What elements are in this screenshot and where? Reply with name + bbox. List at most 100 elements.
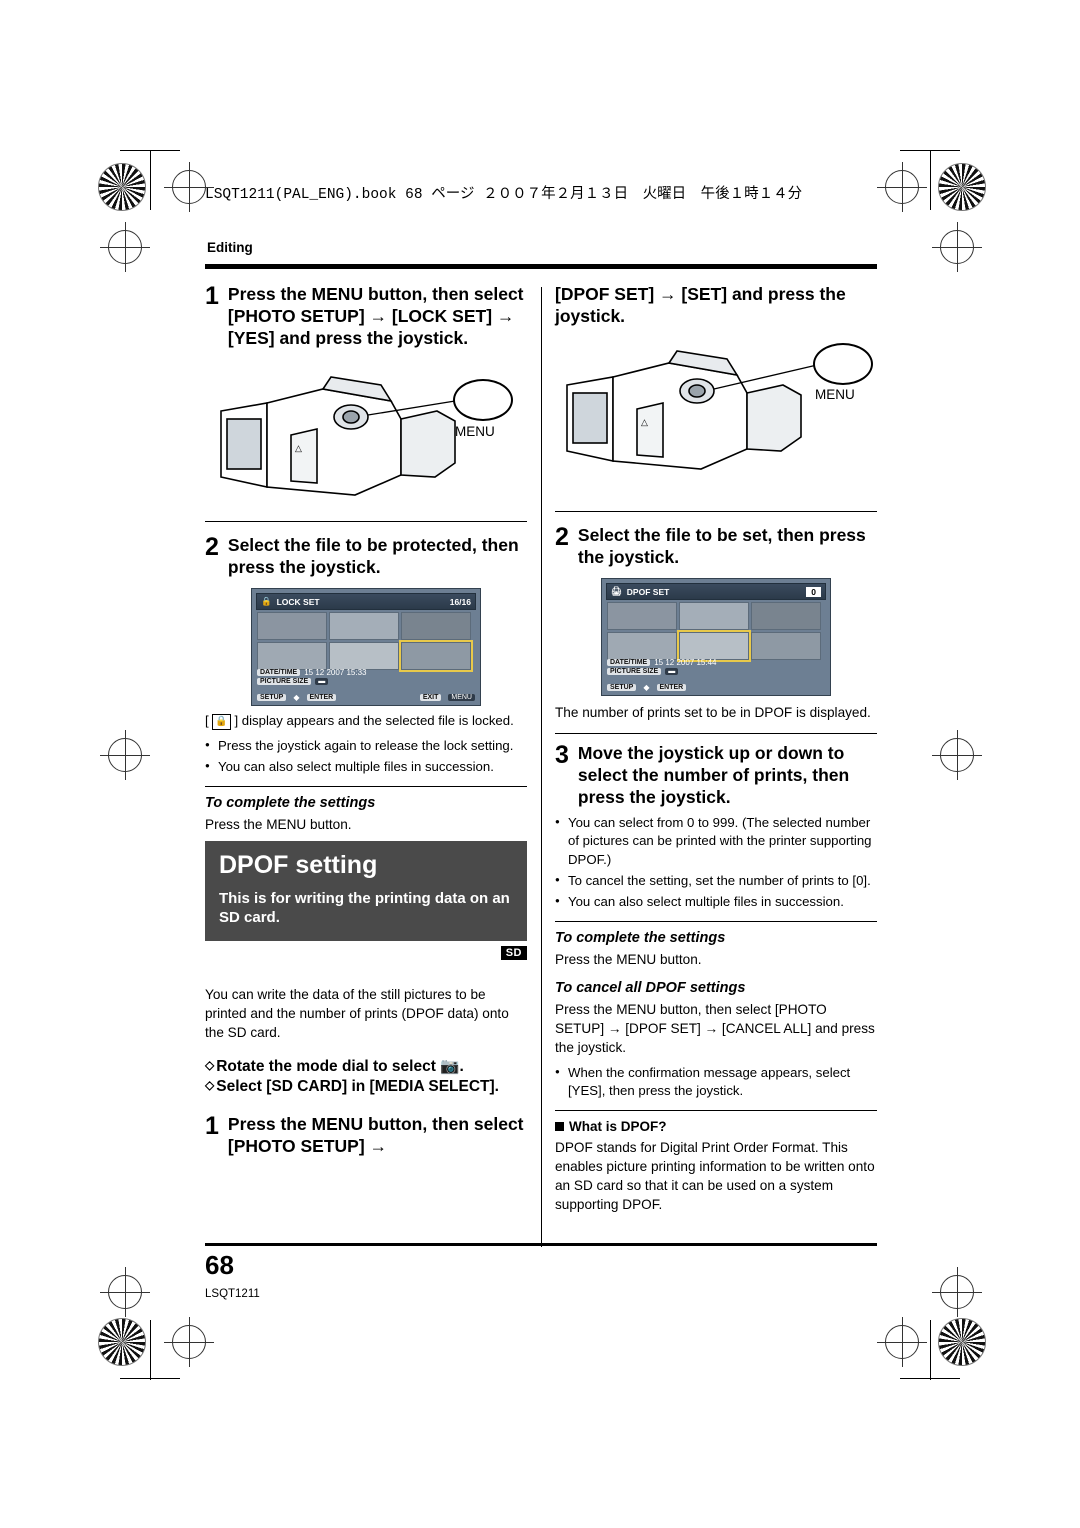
column-divider xyxy=(541,287,542,1247)
step-text: Move the joystick up or down to select t… xyxy=(577,743,850,808)
dpof-setting-banner: DPOF setting This is for writing the pri… xyxy=(205,841,527,942)
thumbnail[interactable] xyxy=(257,642,327,671)
registration-mark-bottom-right xyxy=(938,1318,986,1366)
thumbnail[interactable] xyxy=(329,642,399,671)
dpof-setting-title: DPOF setting xyxy=(219,851,378,880)
left-step-1: 1 Press the MENU button, then select [PH… xyxy=(205,283,527,349)
book-file-header: LSQT1211(PAL_ENG).book 68 ページ ２００７年２月１３日… xyxy=(205,187,803,203)
picture-size-icon: ▬ xyxy=(665,668,679,676)
thumbnail[interactable] xyxy=(607,602,677,631)
print-icon: 🖨 xyxy=(611,586,622,597)
crop-line-right-vertical-2 xyxy=(930,1320,931,1380)
lock-icon-inline: 🔒 xyxy=(212,714,231,731)
to-cancel-dpof-heading: To cancel all DPOF settings xyxy=(555,980,746,997)
lcd-title-bar: 🖨 DPOF SET 0 xyxy=(606,583,826,601)
camcorder-illustration-1: △ MENU xyxy=(205,359,527,509)
crop-line-top-horizontal-right xyxy=(900,150,960,151)
dpof-setting-subtitle: This is for writing the printing data on… xyxy=(219,890,510,927)
thumbnail-selected[interactable] xyxy=(399,640,473,673)
lcd-datetime-row: DATE/TIME 15 12 2007 15:44 xyxy=(607,658,825,667)
thumbnail[interactable] xyxy=(607,632,677,661)
crop-line-right-vertical xyxy=(930,150,931,210)
crosshair-center-right xyxy=(932,730,982,780)
bullet-item: You can select from 0 to 999. (The selec… xyxy=(555,814,877,869)
lcd-title-text: DPOF SET xyxy=(626,586,670,597)
lock-icon: 🔒 xyxy=(261,596,272,607)
lock-note-text: ] display appears and the selected file … xyxy=(234,713,514,729)
manual-page: LSQT1211(PAL_ENG).book 68 ページ ２００７年２月１３日… xyxy=(0,0,1080,1528)
bullet-item: You can also select multiple files in su… xyxy=(205,758,527,776)
two-column-body: 1 Press the MENU button, then select [PH… xyxy=(205,283,877,1253)
svg-text:△: △ xyxy=(295,443,302,453)
lcd-datetime-value: 15 12 2007 15:33 xyxy=(304,668,367,678)
divider xyxy=(205,521,527,523)
square-bullet-icon xyxy=(555,1122,564,1132)
registration-mark-top-left xyxy=(98,163,146,211)
thumbnail[interactable] xyxy=(257,612,327,641)
thumbnail[interactable] xyxy=(751,602,821,631)
left-bullet-list: Press the joystick again to release the … xyxy=(205,737,527,776)
lcd-enter-label: ENTER xyxy=(306,694,337,702)
lcd-exit-label: EXIT xyxy=(419,694,442,702)
photo-mode-icon: 📷 xyxy=(440,1058,460,1076)
thumbnail-selected[interactable] xyxy=(677,630,751,663)
lcd-info-rows: DATE/TIME 15 12 2007 15:33 PICTURE SIZE … xyxy=(257,668,475,686)
crosshair-top-right xyxy=(877,162,927,212)
to-complete-settings-text-right: Press the MENU button. xyxy=(555,952,702,968)
dpof-paragraph: You can write the data of the still pict… xyxy=(205,987,509,1041)
lcd-enter-label: ENTER xyxy=(656,684,687,692)
crop-line-top-horizontal xyxy=(120,150,180,151)
page-header-block: Editing xyxy=(205,240,877,269)
menu-button-label-2: MENU xyxy=(815,387,855,403)
lcd-print-count: 0 xyxy=(806,586,821,597)
joystick-icon: ◆ xyxy=(293,693,300,703)
diamond-bullet-icon: ◇ xyxy=(205,1078,215,1093)
step-number: 1 xyxy=(205,1112,219,1141)
step-number: 2 xyxy=(205,533,219,562)
registration-mark-bottom-left xyxy=(98,1318,146,1366)
right-continued-heading: [DPOF SET] → [SET] and press the joystic… xyxy=(555,284,846,327)
crosshair-bottom-right xyxy=(877,1317,927,1367)
crosshair-mid-left xyxy=(100,222,150,272)
bracket-open: [ xyxy=(205,713,209,729)
lcd-datetime-value: 15 12 2007 15:44 xyxy=(654,658,717,668)
left-step-1b: 1 Press the MENU button, then select [PH… xyxy=(205,1113,527,1157)
lcd-picturesize-row: PICTURE SIZE ▬ xyxy=(257,678,475,686)
thumbnail-grid xyxy=(257,612,473,673)
joystick-icon: ◆ xyxy=(643,683,650,693)
thumbnail-grid xyxy=(607,602,821,663)
crosshair-bottom-left xyxy=(164,1317,214,1367)
right-column: [DPOF SET] → [SET] and press the joystic… xyxy=(555,283,877,1215)
step-text: Press the MENU button, then select [PHOT… xyxy=(227,284,524,349)
thumbnail[interactable] xyxy=(329,612,399,641)
period: . xyxy=(459,1058,464,1076)
lcd-picturesize-label: PICTURE SIZE xyxy=(607,668,662,676)
step-text: Select the file to be set, then press th… xyxy=(577,525,866,568)
lcd-file-count: 16/16 xyxy=(449,596,471,607)
thumbnail[interactable] xyxy=(401,612,471,641)
menu-button-label-1: MENU xyxy=(455,424,495,440)
diamond-step-2-text: Select [SD CARD] in [MEDIA SELECT]. xyxy=(216,1078,499,1096)
step-text: Press the MENU button, then select [PHOT… xyxy=(227,1114,524,1157)
to-complete-settings-heading: To complete the settings xyxy=(205,795,376,812)
lcd-screenshot-lock-set: 🔒 LOCK SET 16/16 DATE/TIME 15 12 2007 15… xyxy=(251,588,481,707)
lcd-info-rows: DATE/TIME 15 12 2007 15:44 PICTURE SIZE … xyxy=(607,658,825,676)
menu-button-callout-1 xyxy=(453,379,513,422)
lcd-title-bar: 🔒 LOCK SET 16/16 xyxy=(256,593,476,611)
document-code: LSQT1211 xyxy=(205,1288,260,1300)
diamond-bullet-icon: ◇ xyxy=(205,1058,215,1073)
footer-rule xyxy=(205,1243,877,1246)
what-is-dpof-heading-text: What is DPOF? xyxy=(569,1119,667,1135)
diamond-step-2: ◇ Select [SD CARD] in [MEDIA SELECT]. xyxy=(205,1077,527,1097)
divider xyxy=(555,921,877,923)
to-cancel-dpof-text: Press the MENU button, then select [PHOT… xyxy=(555,1002,875,1055)
crosshair-lower-right xyxy=(932,1267,982,1317)
crop-line-left-vertical-2 xyxy=(150,1320,151,1380)
bullet-item: You can also select multiple files in su… xyxy=(555,893,877,911)
thumbnail[interactable] xyxy=(679,602,749,631)
to-complete-settings-heading-right: To complete the settings xyxy=(555,930,726,947)
left-column: 1 Press the MENU button, then select [PH… xyxy=(205,283,527,1163)
camcorder-illustration-2: △ MENU xyxy=(555,339,877,489)
thumbnail[interactable] xyxy=(751,632,821,661)
divider xyxy=(555,733,877,735)
